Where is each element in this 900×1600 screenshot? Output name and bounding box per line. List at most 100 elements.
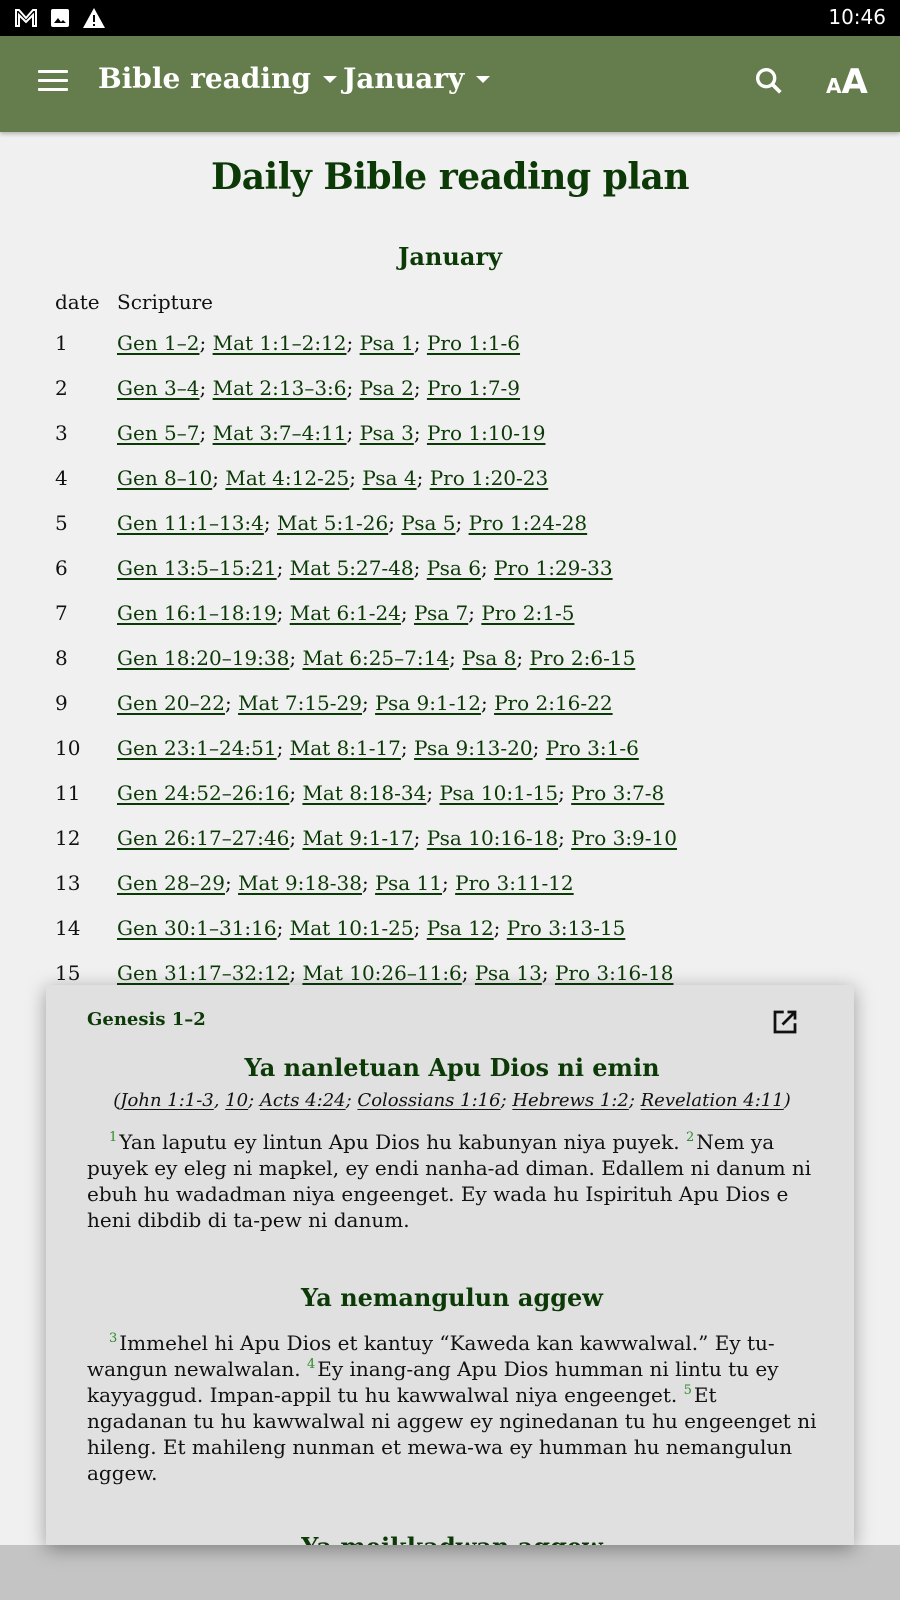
separator: ; — [493, 915, 507, 940]
scripture-link[interactable]: Psa 8 — [462, 646, 516, 670]
scripture-link[interactable]: Gen 20–22 — [117, 691, 225, 715]
scripture-link[interactable]: Psa 12 — [427, 916, 494, 940]
scripture-link[interactable]: Pro 2:1-5 — [481, 601, 574, 625]
scripture-link[interactable]: Psa 9:1-12 — [375, 691, 481, 715]
separator: ; — [199, 420, 213, 445]
cross-reference-link[interactable]: Hebrews 1:2 — [512, 1090, 628, 1111]
scripture-link[interactable]: Gen 3–4 — [117, 376, 200, 400]
separator: ; — [346, 375, 360, 400]
scripture-link[interactable]: Psa 13 — [475, 961, 542, 985]
reading-plan-content: Daily Bible reading plan January date Sc… — [0, 132, 900, 985]
scripture-link[interactable]: Pro 1:7-9 — [427, 376, 520, 400]
scripture-link[interactable]: Gen 26:17–27:46 — [117, 826, 289, 850]
scripture-link[interactable]: Gen 23:1–24:51 — [117, 736, 277, 760]
row-scripture: Gen 30:1–31:16; Mat 10:1-25; Psa 12; Pro… — [117, 905, 677, 950]
book-dropdown[interactable]: Bible reading — [98, 62, 337, 95]
scripture-link[interactable]: Psa 2 — [360, 376, 414, 400]
scripture-link[interactable]: Psa 1 — [360, 331, 414, 355]
separator: ; — [346, 330, 360, 355]
scripture-link[interactable]: Gen 24:52–26:16 — [117, 781, 289, 805]
scripture-link[interactable]: Mat 1:1–2:12 — [213, 331, 347, 355]
scripture-link[interactable]: Gen 28–29 — [117, 871, 225, 895]
open-in-new-icon[interactable] — [770, 1007, 800, 1037]
scripture-link[interactable]: Gen 30:1–31:16 — [117, 916, 277, 940]
passage-preview-popup: Genesis 1–2 Ya nanletuan Apu Dios ni emi… — [46, 985, 854, 1545]
scripture-link[interactable]: Mat 2:13–3:6 — [213, 376, 347, 400]
scripture-link[interactable]: Mat 8:18-34 — [302, 781, 426, 805]
scripture-link[interactable]: Gen 1–2 — [117, 331, 200, 355]
scripture-link[interactable]: Mat 6:1-24 — [290, 601, 401, 625]
scripture-link[interactable]: Gen 16:1–18:19 — [117, 601, 277, 625]
scripture-link[interactable]: Psa 5 — [401, 511, 455, 535]
separator: ; — [400, 600, 415, 625]
scripture-link[interactable]: Pro 1:20-23 — [430, 466, 549, 490]
month-dropdown[interactable]: January — [343, 62, 491, 95]
cross-reference-link[interactable]: Revelation 4:11 — [641, 1090, 784, 1111]
scripture-link[interactable]: Psa 6 — [427, 556, 481, 580]
scripture-link[interactable]: Gen 18:20–19:38 — [117, 646, 289, 670]
cross-reference-link[interactable]: John 1:1-3 — [120, 1090, 213, 1111]
table-row: 6 Gen 13:5–15:21; Mat 5:27-48; Psa 6; Pro… — [55, 545, 677, 590]
row-date: 4 — [55, 465, 68, 490]
scripture-link[interactable]: Gen 8–10 — [117, 466, 212, 490]
scripture-link[interactable]: Pro 1:29-33 — [494, 556, 613, 580]
row-scripture: Gen 20–22; Mat 7:15-29; Psa 9:1-12; Pro … — [117, 680, 677, 725]
row-scripture: Gen 26:17–27:46; Mat 9:1-17; Psa 10:16-1… — [117, 815, 677, 860]
scripture-link[interactable]: Mat 8:1-17 — [290, 736, 401, 760]
menu-icon[interactable] — [38, 70, 68, 94]
table-row: 10 Gen 23:1–24:51; Mat 8:1-17; Psa 9:13-2… — [55, 725, 677, 770]
cross-reference-link[interactable]: 10 — [225, 1090, 248, 1111]
scripture-link[interactable]: Gen 13:5–15:21 — [117, 556, 277, 580]
separator: ; — [455, 510, 469, 535]
scripture-link[interactable]: Mat 4:12-25 — [225, 466, 349, 490]
table-row: 8 Gen 18:20–19:38; Mat 6:25–7:14; Psa 8; … — [55, 635, 677, 680]
verse-number: 2 — [685, 1130, 695, 1146]
scripture-link[interactable]: Pro 3:11-12 — [455, 871, 574, 895]
dropdown-caret-icon — [322, 76, 337, 83]
scripture-link[interactable]: Pro 3:16-18 — [555, 961, 674, 985]
scripture-link[interactable]: Gen 11:1–13:4 — [117, 511, 264, 535]
scripture-link[interactable]: Pro 3:1-6 — [546, 736, 639, 760]
scripture-link[interactable]: Psa 9:13-20 — [414, 736, 533, 760]
scripture-link[interactable]: Pro 1:24-28 — [469, 511, 588, 535]
scripture-link[interactable]: Psa 3 — [360, 421, 414, 445]
scripture-link[interactable]: Pro 2:16-22 — [494, 691, 613, 715]
scripture-link[interactable]: Mat 10:1-25 — [290, 916, 414, 940]
paragraph: 1 Yan laputu ey lintun Apu Dios hu kabuny… — [87, 1129, 817, 1233]
section-heading: Ya nanletuan Apu Dios ni emin — [244, 1053, 660, 1082]
scripture-link[interactable]: Psa 7 — [414, 601, 468, 625]
row-scripture: Gen 13:5–15:21; Mat 5:27-48; Psa 6; Pro … — [117, 545, 677, 590]
scripture-link[interactable]: Mat 9:1-17 — [302, 826, 413, 850]
scripture-link[interactable]: Pro 2:6-15 — [529, 646, 635, 670]
scripture-link[interactable]: Pro 3:13-15 — [507, 916, 626, 940]
scripture-link[interactable]: Psa 10:1-15 — [439, 781, 558, 805]
popup-backdrop[interactable] — [0, 1545, 900, 1600]
scripture-link[interactable]: Mat 7:15-29 — [238, 691, 362, 715]
scripture-link[interactable]: Mat 9:18-38 — [238, 871, 362, 895]
scripture-link[interactable]: Mat 5:27-48 — [290, 556, 414, 580]
scripture-link[interactable]: Pro 3:7-8 — [571, 781, 664, 805]
scripture-link[interactable]: Gen 5–7 — [117, 421, 200, 445]
scripture-link[interactable]: Mat 3:7–4:11 — [213, 421, 347, 445]
cross-reference-link[interactable]: Acts 4:24 — [260, 1090, 346, 1111]
cross-reference-link[interactable]: Colossians 1:16 — [357, 1090, 500, 1111]
scripture-link[interactable]: Pro 1:10-19 — [427, 421, 546, 445]
scripture-link[interactable]: Mat 5:1-26 — [277, 511, 388, 535]
scripture-link[interactable]: Mat 10:26–11:6 — [302, 961, 461, 985]
font-size-icon[interactable]: AA — [826, 62, 868, 102]
separator: ; — [413, 915, 427, 940]
scripture-link[interactable]: Psa 10:16-18 — [427, 826, 558, 850]
scripture-link[interactable]: Mat 6:25–7:14 — [302, 646, 449, 670]
search-icon[interactable] — [752, 64, 786, 98]
scripture-link[interactable]: Psa 4 — [362, 466, 416, 490]
app-bar: Bible reading January AA — [0, 36, 900, 132]
scripture-link[interactable]: Gen 31:17–32:12 — [117, 961, 289, 985]
scripture-link[interactable]: Pro 1:1-6 — [427, 331, 520, 355]
scripture-link[interactable]: Pro 3:9-10 — [571, 826, 677, 850]
page-title: Daily Bible reading plan — [210, 156, 690, 198]
table-row: 9 Gen 20–22; Mat 7:15-29; Psa 9:1-12; Pro… — [55, 680, 677, 725]
scripture-link[interactable]: Psa 11 — [375, 871, 442, 895]
separator: ; — [480, 690, 495, 715]
book-dropdown-label: Bible reading — [98, 62, 311, 95]
status-bar: 10:46 — [0, 0, 900, 36]
